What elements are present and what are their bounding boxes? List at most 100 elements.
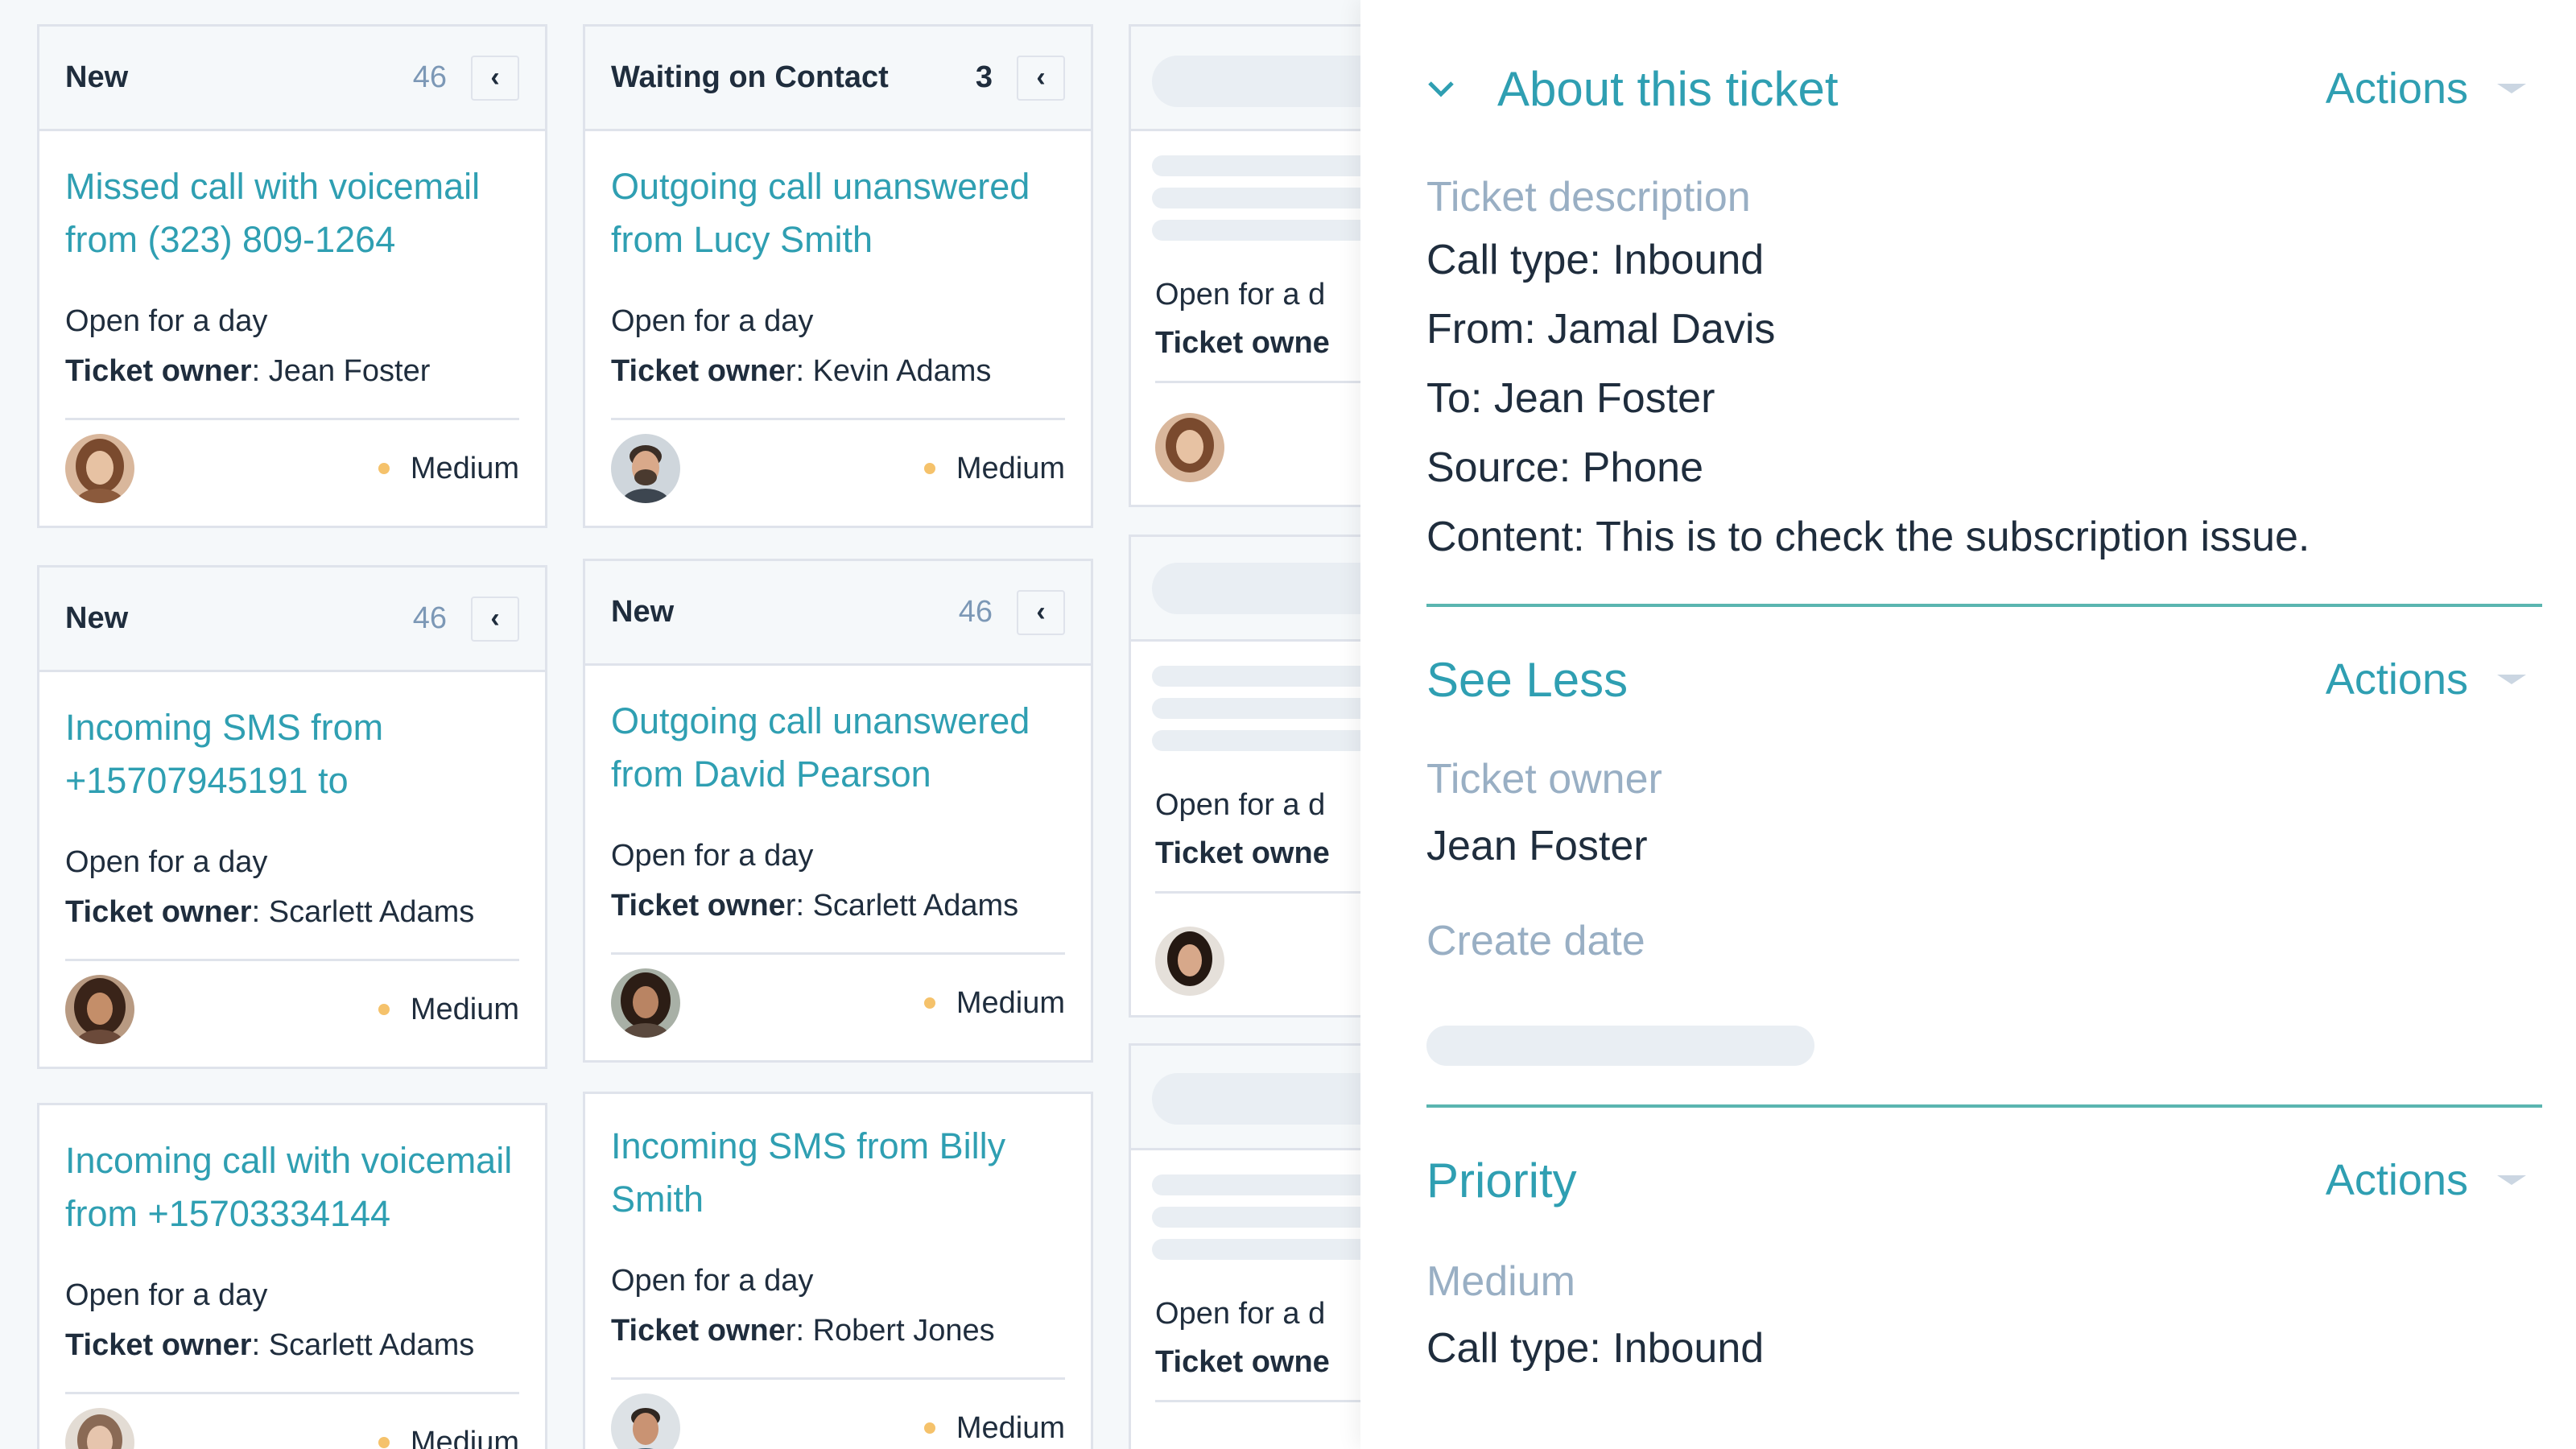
skeleton-owner-text: Ticket owne bbox=[1155, 836, 1330, 870]
ticket-card[interactable]: Outgoing call unanswered from Lucy Smith… bbox=[585, 131, 1091, 517]
skeleton-bar bbox=[1152, 220, 1368, 241]
skeleton-owner-text: Ticket owne bbox=[1155, 326, 1330, 360]
ticket-owner-label: Ticket owner bbox=[65, 1328, 252, 1362]
ticket-owner-label: Ticket owne bbox=[611, 1314, 786, 1348]
priority-label: Medium bbox=[956, 1410, 1065, 1445]
section-divider bbox=[1426, 604, 2542, 607]
caret-down-icon[interactable] bbox=[2497, 675, 2526, 684]
caret-down-icon[interactable] bbox=[2497, 84, 2526, 93]
ticket-open-duration: Open for a day bbox=[611, 839, 814, 873]
skeleton-open-text: Open for a d bbox=[1155, 278, 1326, 312]
collapse-column-button[interactable]: ‹ bbox=[1017, 589, 1065, 635]
avatar[interactable] bbox=[65, 434, 134, 503]
avatar bbox=[1155, 413, 1224, 482]
chevron-down-icon[interactable] bbox=[1426, 79, 1455, 98]
avatar[interactable] bbox=[611, 434, 680, 503]
priority-actions-button[interactable]: Actions bbox=[2326, 1155, 2468, 1205]
ticket-board: New 46 ‹ Missed call with voicemail from… bbox=[0, 0, 1368, 1449]
ticket-body: Incoming call with voicemail from +15703… bbox=[39, 1105, 545, 1449]
ticket-owner: Ticket owner: Jean Foster bbox=[65, 352, 519, 390]
section-divider bbox=[1426, 1104, 2542, 1108]
caret-down-icon[interactable] bbox=[2497, 1175, 2526, 1185]
column-header: New 46 ‹ bbox=[39, 568, 545, 672]
column-count: 46 bbox=[412, 60, 447, 94]
ticket-owner-label: Ticket owne bbox=[611, 354, 786, 388]
see-less-toggle[interactable]: See Less bbox=[1426, 652, 2326, 708]
column-count: 46 bbox=[958, 595, 993, 629]
collapse-column-button[interactable]: ‹ bbox=[471, 55, 519, 101]
avatar[interactable] bbox=[65, 975, 134, 1044]
column-title: New bbox=[65, 60, 129, 94]
ticket-owner-name: r: Scarlett Adams bbox=[785, 889, 1019, 923]
loading-card: Open for a d Ticket owne bbox=[1129, 24, 1368, 507]
skeleton-bar bbox=[1152, 188, 1368, 208]
ticket-owner-name: : Jean Foster bbox=[251, 354, 431, 388]
priority-dot-icon bbox=[923, 463, 935, 474]
about-actions-button[interactable]: Actions bbox=[2326, 64, 2468, 114]
ticket-footer: Medium bbox=[611, 420, 1065, 517]
ticket-footer: Medium bbox=[65, 420, 519, 517]
ticket-card[interactable]: Incoming call with voicemail from +15703… bbox=[37, 1103, 547, 1449]
loading-card: Open for a d Ticket owne bbox=[1129, 535, 1368, 1018]
ticket-owner: Ticket owner: Scarlett Adams bbox=[65, 893, 519, 931]
ticket-title-link[interactable]: Outgoing call unanswered from Lucy Smith bbox=[611, 160, 1065, 266]
priority-badge: Medium bbox=[923, 1410, 1065, 1446]
priority-badge: Medium bbox=[378, 993, 519, 1027]
ticket-body: Incoming SMS from Billy Smith Open for a… bbox=[585, 1094, 1091, 1449]
ticket-description-label: Ticket description bbox=[1426, 174, 1751, 221]
ticket-owner: Ticket owner: Kevin Adams bbox=[611, 352, 1065, 390]
priority-label: Medium bbox=[410, 451, 519, 485]
about-section-body: Ticket description Call type: Inbound Fr… bbox=[1426, 169, 2576, 572]
skeleton-bar bbox=[1152, 563, 1368, 614]
ticket-card[interactable]: Missed call with voicemail from (323) 80… bbox=[39, 131, 545, 517]
skeleton-bar bbox=[1152, 666, 1368, 687]
skeleton-owner-text: Ticket owne bbox=[1155, 1345, 1330, 1379]
priority-section-body: Medium Call type: Inbound bbox=[1426, 1249, 2576, 1383]
priority-label: Medium bbox=[956, 985, 1065, 1020]
create-date-skeleton bbox=[1426, 1026, 1814, 1066]
ticket-open-duration: Open for a day bbox=[65, 1278, 268, 1312]
collapse-column-button[interactable]: ‹ bbox=[471, 596, 519, 642]
ticket-open-duration: Open for a day bbox=[65, 845, 268, 879]
ticket-card[interactable]: Incoming SMS from Billy Smith Open for a… bbox=[583, 1092, 1093, 1449]
board-column: Waiting on Contact 3 ‹ Outgoing call una… bbox=[583, 24, 1093, 528]
avatar[interactable] bbox=[611, 968, 680, 1038]
column-title: New bbox=[65, 601, 129, 635]
avatar[interactable] bbox=[611, 1393, 680, 1449]
ticket-title-link[interactable]: Missed call with voicemail from (323) 80… bbox=[65, 160, 519, 266]
priority-badge: Medium bbox=[923, 452, 1065, 486]
ticket-title-link[interactable]: Outgoing call unanswered from David Pear… bbox=[611, 695, 1065, 801]
priority-badge: Medium bbox=[378, 452, 519, 486]
see-less-section-header[interactable]: See Less Actions bbox=[1426, 631, 2576, 728]
ticket-title-link[interactable]: Incoming call with voicemail from +15703… bbox=[65, 1134, 519, 1241]
ticket-owner: Ticket owner: Robert Jones bbox=[611, 1311, 1065, 1350]
priority-badge: Medium bbox=[923, 985, 1065, 1021]
about-section-header[interactable]: About this ticket Actions bbox=[1426, 40, 2576, 137]
divider bbox=[1155, 1400, 1368, 1402]
collapse-column-button[interactable]: ‹ bbox=[1017, 55, 1065, 101]
owner-section-body: Ticket owner Jean Foster Create date bbox=[1426, 747, 2576, 1066]
column-count: 46 bbox=[412, 601, 447, 635]
ticket-detail-panel: About this ticket Actions Ticket descrip… bbox=[1360, 0, 2576, 1449]
skeleton-bar bbox=[1152, 56, 1368, 107]
ticket-open-duration: Open for a day bbox=[65, 304, 268, 338]
priority-section-header[interactable]: Priority Actions bbox=[1426, 1132, 2576, 1228]
ticket-title-link[interactable]: Incoming SMS from Billy Smith bbox=[611, 1120, 1065, 1226]
see-less-actions-button[interactable]: Actions bbox=[2326, 654, 2468, 704]
ticket-owner-label: Ticket owner bbox=[1426, 756, 1662, 803]
priority-dot-icon bbox=[923, 997, 935, 1009]
avatar[interactable] bbox=[65, 1408, 134, 1449]
ticket-open-duration: Open for a day bbox=[611, 304, 814, 338]
ticket-card[interactable]: Incoming SMS from +15707945191 to +15675… bbox=[39, 672, 545, 1058]
priority-section-title: Priority bbox=[1426, 1153, 1577, 1208]
ticket-card[interactable]: Outgoing call unanswered from David Pear… bbox=[585, 666, 1091, 1051]
ticket-owner-name: r: Kevin Adams bbox=[785, 354, 992, 388]
board-column: New 46 ‹ Incoming SMS from +15707945191 … bbox=[37, 565, 547, 1069]
skeleton-open-text: Open for a d bbox=[1155, 1297, 1326, 1331]
about-section-title: About this ticket bbox=[1497, 61, 1839, 116]
skeleton-bar bbox=[1152, 730, 1368, 751]
column-count: 3 bbox=[975, 60, 993, 94]
description-line: Source: Phone bbox=[1426, 444, 1704, 491]
ticket-title-link[interactable]: Incoming SMS from +15707945191 to +15675… bbox=[65, 701, 519, 807]
ticket-owner-name: : Scarlett Adams bbox=[251, 1328, 475, 1362]
